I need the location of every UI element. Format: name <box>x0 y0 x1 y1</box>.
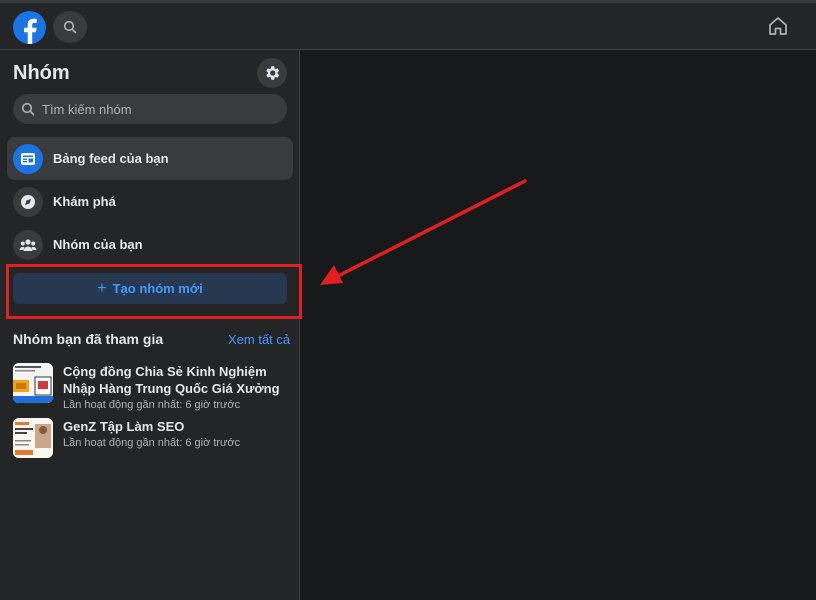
sidebar-item-feed[interactable]: Bảng feed của bạn <box>7 137 293 180</box>
see-all-link[interactable]: Xem tất cả <box>228 332 290 347</box>
top-navigation-bar <box>0 0 816 50</box>
group-search-field[interactable] <box>13 94 287 124</box>
sidebar-item-label: Bảng feed của bạn <box>53 151 169 166</box>
gear-icon <box>266 66 280 80</box>
facebook-logo-icon[interactable] <box>13 11 46 44</box>
compass-icon <box>13 186 43 217</box>
group-name: GenZ Tập Làm SEO <box>63 419 185 434</box>
groups-sidebar <box>0 50 300 600</box>
feed-icon <box>13 143 43 174</box>
home-icon <box>769 17 787 35</box>
groups-icon <box>13 229 43 260</box>
group-thumbnail <box>13 363 53 403</box>
group-activity: Lần hoạt động gần nhất: 6 giờ trước <box>63 399 241 411</box>
main-content-area <box>300 50 816 600</box>
joined-group-item[interactable]: Cộng đồng Chia Sẻ Kinh Nghiệm Nhập Hàng … <box>13 363 293 412</box>
top-border <box>0 0 816 3</box>
joined-groups-heading: Nhóm bạn đã tham gia <box>13 331 164 347</box>
group-thumbnail <box>13 418 53 458</box>
sidebar-item-your-groups[interactable]: Nhóm của bạn <box>7 223 293 266</box>
search-icon <box>63 20 77 34</box>
search-button[interactable] <box>53 11 87 43</box>
sidebar-item-label: Nhóm của bạn <box>53 237 143 252</box>
settings-button[interactable] <box>257 58 287 88</box>
sidebar-item-label: Khám phá <box>53 194 116 209</box>
sidebar-item-discover[interactable]: Khám phá <box>7 180 293 223</box>
search-input[interactable] <box>40 100 274 118</box>
group-activity: Lần hoạt động gần nhất: 6 giờ trước <box>63 437 241 449</box>
joined-group-item[interactable]: GenZ Tập Làm SEO Lần hoạt động gần nhất:… <box>13 418 293 458</box>
annotation-highlight-box <box>6 264 302 319</box>
page-title: Nhóm <box>13 62 70 84</box>
search-icon <box>21 102 35 116</box>
home-button[interactable] <box>762 11 794 41</box>
group-name: Cộng đồng Chia Sẻ Kinh Nghiệm Nhập Hàng … <box>63 364 280 396</box>
